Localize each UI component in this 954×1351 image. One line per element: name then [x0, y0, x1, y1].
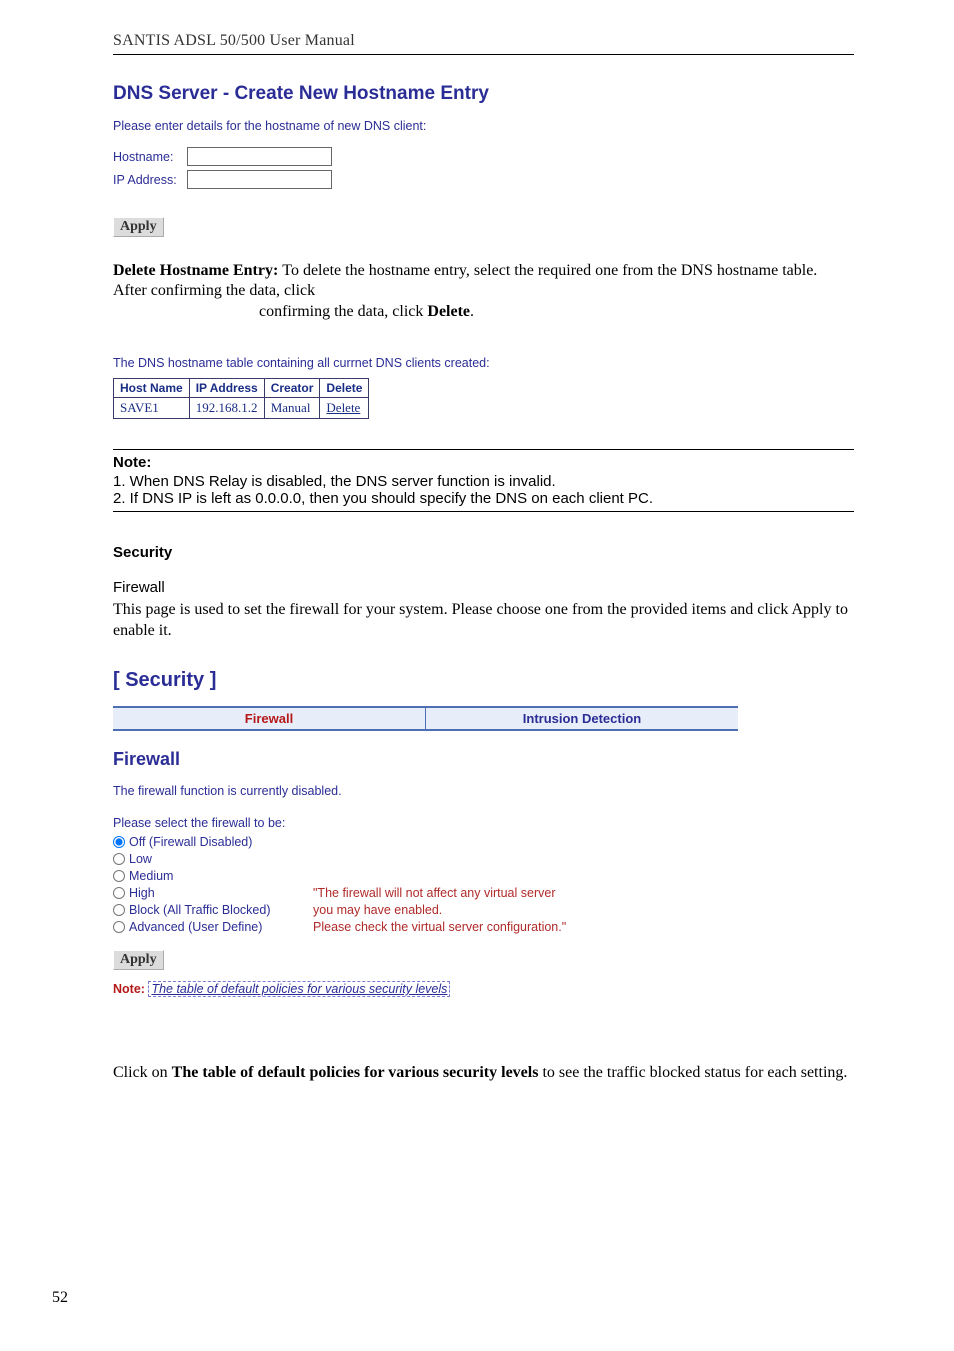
dns-hostname-table: Host Name IP Address Creator Delete SAVE…	[113, 378, 369, 419]
col-hostname: Host Name	[114, 379, 190, 398]
delete-hostname-tail: .	[470, 303, 474, 320]
radio-medium[interactable]	[113, 870, 125, 882]
delete-hostname-lead: Delete Hostname Entry:	[113, 262, 282, 279]
hostname-input[interactable]	[187, 147, 332, 166]
default-policies-link[interactable]: The table of default policies for variou…	[148, 981, 450, 997]
note-line-1: 1. When DNS Relay is disabled, the DNS s…	[113, 473, 854, 490]
side-note-l1: "The firewall will not affect any virtua…	[313, 886, 556, 900]
hostname-label: Hostname:	[113, 150, 187, 164]
delete-hostname-body2-pre: confirming the data, click	[259, 303, 427, 320]
security-bracket-title: [ Security ]	[113, 669, 854, 692]
col-delete: Delete	[320, 379, 369, 398]
tab-intrusion-detection[interactable]: Intrusion Detection	[426, 708, 738, 729]
table-header-row: Host Name IP Address Creator Delete	[114, 379, 369, 398]
page-number: 52	[52, 1289, 68, 1307]
radio-low[interactable]	[113, 853, 125, 865]
radio-block-label: Block (All Traffic Blocked)	[129, 902, 313, 919]
cell-hostname: SAVE1	[114, 398, 190, 419]
radio-high-label: High	[129, 885, 313, 902]
apply-button-firewall[interactable]: Apply	[113, 950, 164, 970]
radio-off[interactable]	[113, 836, 125, 848]
table-row: SAVE1 192.168.1.2 Manual Delete	[114, 398, 369, 419]
side-note-l2: you may have enabled.	[313, 903, 442, 917]
trailing-bold: The table of default policies for variou…	[172, 1064, 539, 1081]
tab-firewall[interactable]: Firewall	[113, 708, 425, 729]
dns-create-instructions: Please enter details for the hostname of…	[113, 119, 854, 133]
note-heading: Note:	[113, 454, 854, 471]
radio-off-label: Off (Firewall Disabled)	[129, 834, 313, 851]
note-label: Note:	[113, 982, 145, 996]
security-heading: Security	[113, 544, 854, 561]
running-header: SANTIS ADSL 50/500 User Manual	[113, 32, 854, 55]
col-creator: Creator	[264, 379, 320, 398]
radio-advanced-label: Advanced (User Define)	[129, 919, 313, 936]
side-note-l3: Please check the virtual server configur…	[313, 920, 566, 934]
radio-low-label: Low	[129, 851, 313, 868]
radio-block[interactable]	[113, 904, 125, 916]
dns-create-title: DNS Server - Create New Hostname Entry	[113, 83, 854, 105]
delete-link[interactable]: Delete	[326, 400, 360, 415]
ip-address-label: IP Address:	[113, 173, 187, 187]
firewall-subheading: Firewall	[113, 579, 854, 596]
trailing-pre: Click on	[113, 1064, 172, 1081]
firewall-select-label: Please select the firewall to be:	[113, 816, 854, 830]
trailing-post: to see the traffic blocked status for ea…	[538, 1064, 847, 1081]
delete-hostname-bold2: Delete	[427, 303, 470, 320]
delete-hostname-paragraph: Delete Hostname Entry: To delete the hos…	[113, 261, 854, 322]
firewall-note-link-line: Note: The table of default policies for …	[113, 982, 854, 996]
radio-medium-label: Medium	[129, 868, 313, 885]
firewall-description: This page is used to set the firewall fo…	[113, 600, 854, 641]
firewall-status: The firewall function is currently disab…	[113, 784, 854, 798]
dns-table-caption: The DNS hostname table containing all cu…	[113, 356, 854, 370]
firewall-side-note: "The firewall will not affect any virtua…	[313, 885, 566, 936]
firewall-title: Firewall	[113, 749, 854, 770]
cell-creator: Manual	[264, 398, 320, 419]
cell-ip: 192.168.1.2	[189, 398, 264, 419]
col-ip: IP Address	[189, 379, 264, 398]
note-line-2: 2. If DNS IP is left as 0.0.0.0, then yo…	[113, 490, 854, 507]
security-tab-bar: Firewall Intrusion Detection	[113, 706, 738, 731]
radio-advanced[interactable]	[113, 921, 125, 933]
apply-button-dns[interactable]: Apply	[113, 217, 164, 237]
trailing-paragraph: Click on The table of default policies f…	[113, 1064, 854, 1082]
ip-address-input[interactable]	[187, 170, 332, 189]
radio-high[interactable]	[113, 887, 125, 899]
